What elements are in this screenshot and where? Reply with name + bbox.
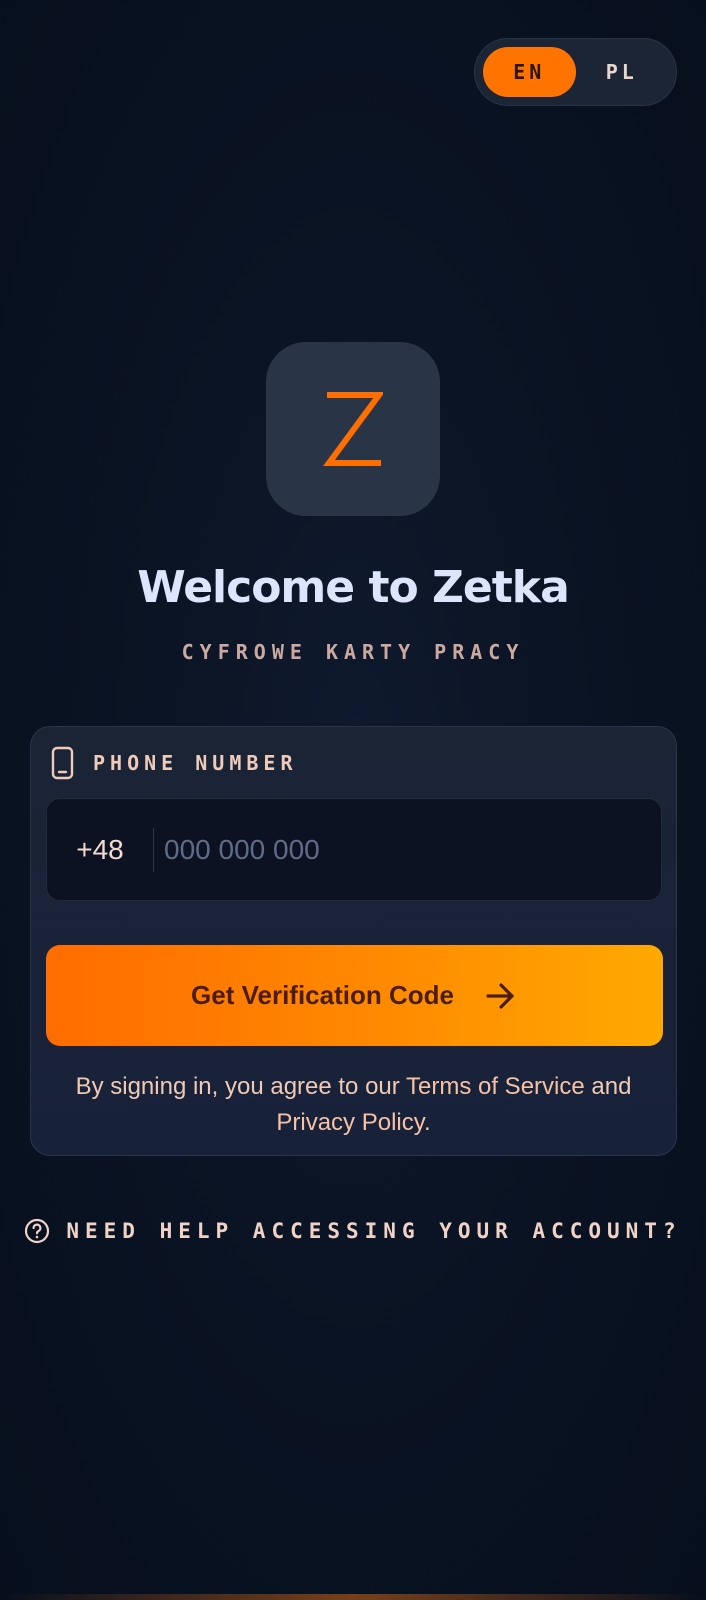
help-link[interactable]: NEED HELP ACCESSING YOUR ACCOUNT? bbox=[0, 1218, 706, 1244]
phone-input-container: +48 bbox=[46, 798, 662, 901]
app-logo bbox=[266, 342, 440, 516]
submit-button-label: Get Verification Code bbox=[191, 980, 454, 1010]
bottom-glow bbox=[0, 1594, 706, 1600]
help-link-label: NEED HELP ACCESSING YOUR ACCOUNT? bbox=[66, 1219, 682, 1243]
login-card: PHONE NUMBER +48 Get Verification Code B… bbox=[30, 726, 677, 1156]
page-title: Welcome to Zetka bbox=[137, 562, 570, 613]
terms-prefix: By signing in, you agree to our bbox=[75, 1073, 406, 1100]
terms-and: and bbox=[584, 1073, 632, 1100]
phone-label-row: PHONE NUMBER bbox=[51, 745, 298, 781]
language-toggle[interactable]: EN PL bbox=[474, 38, 677, 106]
smartphone-icon bbox=[51, 746, 74, 780]
terms-suffix: . bbox=[423, 1109, 431, 1136]
terms-of-service-link[interactable]: Terms of Service bbox=[406, 1073, 585, 1100]
language-option-pl[interactable]: PL bbox=[576, 47, 669, 97]
get-verification-code-button[interactable]: Get Verification Code bbox=[46, 945, 663, 1046]
privacy-policy-link[interactable]: Privacy Policy bbox=[276, 1109, 424, 1136]
page-subtitle: CYFROWE KARTY PRACY bbox=[181, 640, 525, 664]
language-option-en[interactable]: EN bbox=[483, 47, 576, 97]
phone-number-label: PHONE NUMBER bbox=[93, 751, 298, 775]
help-circle-icon bbox=[25, 1218, 50, 1244]
arrow-right-icon bbox=[486, 982, 514, 1009]
phone-number-input[interactable] bbox=[154, 799, 661, 900]
logo-z-mark bbox=[323, 392, 383, 466]
terms-notice: By signing in, you agree to our Terms of… bbox=[71, 1069, 636, 1141]
country-code-prefix: +48 bbox=[76, 833, 124, 865]
